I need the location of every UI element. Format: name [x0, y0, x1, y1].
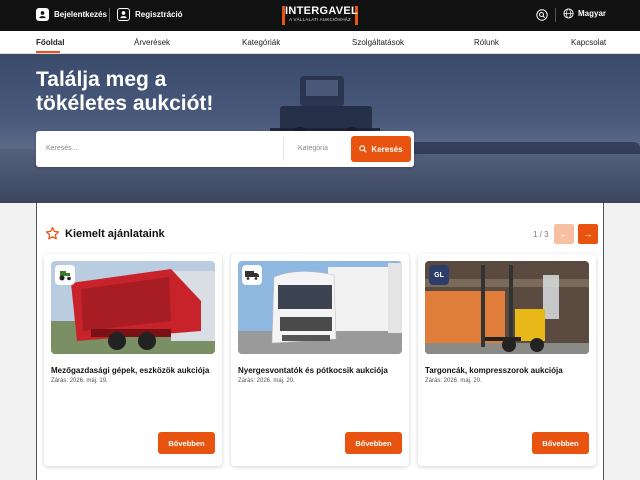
auction-card[interactable]: GL Targoncák, kompresszorok aukciója Zár…: [418, 254, 596, 466]
search-icon: [359, 145, 368, 153]
login-button[interactable]: Bejelentkezés: [36, 8, 107, 21]
hero-title-line2: tökéletes aukciót!: [36, 92, 214, 115]
truck-icon: [242, 265, 262, 285]
hero-title-line1: Találja meg a: [36, 68, 167, 91]
card-image: [238, 261, 402, 354]
language-label: Magyar: [578, 9, 607, 18]
agricultural-trailer-image: [51, 261, 215, 354]
register-label: Regisztráció: [135, 10, 183, 19]
logo-tagline: A VÁLLALATI AUKCIÓSHÁZ: [289, 17, 351, 22]
language-selector[interactable]: Magyar: [563, 8, 606, 19]
register-button[interactable]: Regisztráció: [117, 8, 183, 21]
hero-banner: Találja meg a tökéletes aukciót!: [0, 54, 640, 203]
divider: [555, 8, 556, 22]
featured-section: Kiemelt ajánlataink 1 / 3 ← → Mezőgazdas…: [36, 203, 604, 480]
auction-card[interactable]: Nyergesvontatók és pótkocsik aukciója Zá…: [231, 254, 409, 466]
forklift-image: [425, 261, 589, 354]
logo-name: INTERGAVEL: [285, 5, 359, 17]
nav-item-categories[interactable]: Kategóriák: [242, 38, 280, 47]
more-button[interactable]: Bővebben: [158, 432, 215, 454]
card-image: [51, 261, 215, 354]
hero-title: Találja meg a tökéletes aukciót!: [36, 68, 213, 116]
more-button[interactable]: Bővebben: [532, 432, 589, 454]
next-page-button[interactable]: →: [578, 224, 598, 244]
featured-title: Kiemelt ajánlataink: [65, 227, 165, 240]
logo[interactable]: INTERGAVEL A VÁLLALATI AUKCIÓSHÁZ: [282, 6, 358, 25]
card-closing-date: Zárás: 2026. máj. 20.: [425, 378, 482, 384]
search-box: Keresés... Kategória ⌄ Keresés: [36, 131, 414, 167]
card-title[interactable]: Mezőgazdasági gépek, eszközök aukciója: [51, 366, 219, 375]
user-icon: [36, 8, 49, 21]
card-title[interactable]: Targoncák, kompresszorok aukciója: [425, 366, 593, 375]
card-image: [425, 261, 589, 354]
card-title[interactable]: Nyergesvontatók és pótkocsik aukciója: [238, 366, 406, 375]
nav-item-home[interactable]: Főoldal: [36, 38, 64, 47]
arrow-left-icon: ←: [559, 229, 569, 239]
top-bar: Bejelentkezés Regisztráció INTERGAVEL A …: [0, 0, 640, 31]
nav-item-services[interactable]: Szolgáltatások: [352, 38, 404, 47]
nav-item-auctions[interactable]: Árverések: [134, 38, 170, 47]
search-button-label: Keresés: [371, 144, 403, 154]
more-button[interactable]: Bővebben: [345, 432, 402, 454]
nav-item-contact[interactable]: Kapcsolat: [571, 38, 606, 47]
login-label: Bejelentkezés: [54, 10, 107, 19]
divider: [283, 137, 284, 161]
card-closing-date: Zárás: 2026. máj. 19.: [51, 378, 108, 384]
category-select[interactable]: Kategória: [298, 145, 328, 152]
arrow-right-icon: →: [583, 229, 593, 239]
company-logo-badge: GL: [429, 265, 449, 285]
active-nav-indicator: [36, 51, 60, 53]
prev-page-button[interactable]: ←: [554, 224, 574, 244]
search-input[interactable]: Keresés...: [46, 145, 78, 152]
search-button[interactable]: Keresés: [351, 136, 411, 162]
hero-treeline-image: [380, 142, 640, 154]
search-icon[interactable]: [536, 9, 548, 21]
truck-image: [238, 261, 402, 354]
featured-heading: Kiemelt ajánlataink: [45, 226, 165, 241]
tractor-icon: [55, 265, 75, 285]
nav-item-about[interactable]: Rólunk: [474, 38, 499, 47]
user-add-icon: [117, 8, 130, 21]
star-icon: [45, 226, 60, 240]
card-closing-date: Zárás: 2026. máj. 20.: [238, 378, 295, 384]
auction-card[interactable]: Mezőgazdasági gépek, eszközök aukciója Z…: [44, 254, 222, 466]
globe-icon: [563, 8, 574, 19]
divider: [109, 8, 110, 22]
main-nav: Főoldal Árverések Kategóriák Szolgáltatá…: [0, 31, 640, 54]
pager-indicator: 1 / 3: [533, 230, 549, 239]
